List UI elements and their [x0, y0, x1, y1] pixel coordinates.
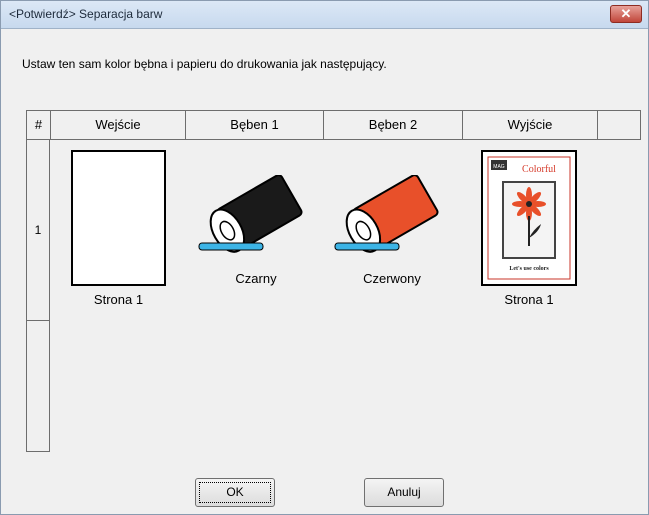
drum1-caption: Czarny	[235, 271, 277, 286]
column-header-input: Wejście	[50, 110, 186, 140]
column-header-drum2: Bęben 2	[323, 110, 463, 140]
dialog-window: <Potwierdź> Separacja barw ✕ Ustaw ten s…	[0, 0, 649, 515]
drum2-red-icon	[334, 175, 439, 253]
row-header-2	[26, 320, 50, 452]
input-page-image	[71, 150, 166, 286]
column-header-drum1: Bęben 1	[185, 110, 324, 140]
close-button[interactable]: ✕	[610, 5, 642, 23]
cancel-button[interactable]: Anuluj	[364, 478, 444, 507]
column-header-extra	[597, 110, 641, 140]
column-header-output: Wyjście	[462, 110, 598, 140]
window-title: <Potwierdź> Separacja barw	[9, 7, 163, 21]
column-header-number: #	[26, 110, 51, 140]
separation-table: # Wejście Bęben 1 Bęben 2 Wyjście 1 Stro…	[26, 110, 641, 452]
output-brand-text: Colorful	[522, 164, 556, 175]
ok-button[interactable]: OK	[195, 478, 275, 507]
title-bar[interactable]: <Potwierdź> Separacja barw ✕	[1, 1, 648, 29]
input-caption: Strona 1	[93, 292, 144, 307]
instruction-text: Ustaw ten sam kolor bębna i papieru do d…	[22, 57, 387, 71]
row-header-1: 1	[26, 139, 50, 321]
output-page-image: MAG Colorful Let's use colors	[481, 150, 577, 286]
output-corner-text: MAG	[493, 164, 505, 170]
drum2-caption: Czerwony	[363, 271, 421, 286]
output-tagline-text: Let's use colors	[509, 266, 549, 272]
drum1-black-icon	[198, 175, 303, 253]
output-caption: Strona 1	[504, 292, 554, 307]
